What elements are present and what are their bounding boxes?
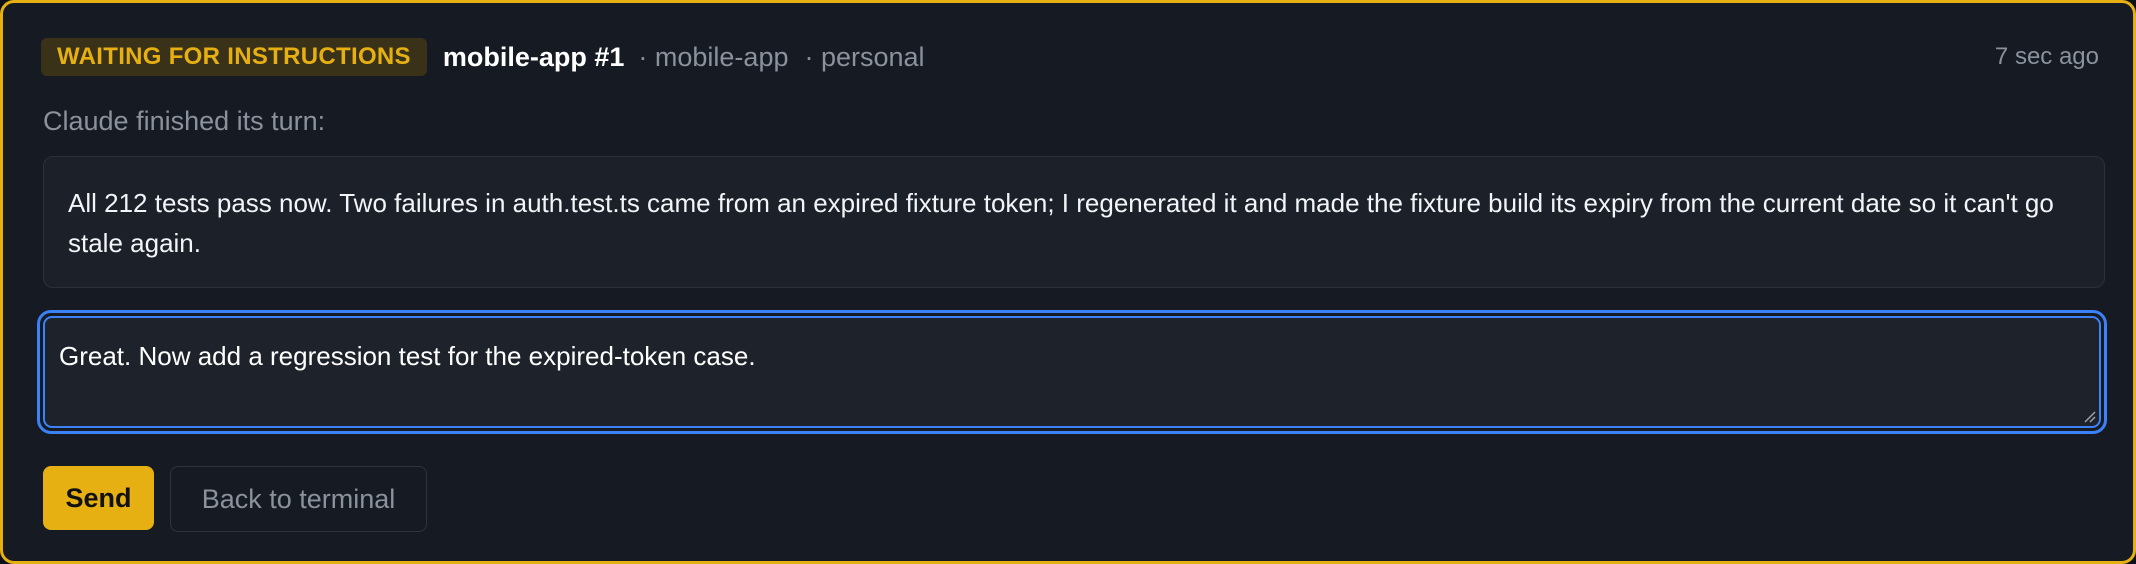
session-title: mobile-app #1 (442, 41, 625, 72)
reply-input[interactable]: Great. Now add a regression test for the… (43, 316, 2101, 428)
action-bar: Send Back to terminal (43, 466, 427, 532)
resize-grip-icon[interactable] (2082, 409, 2096, 423)
send-button[interactable]: Send (43, 466, 154, 530)
turn-intro: Claude finished its turn: (43, 106, 326, 136)
workspace-label: · personal (804, 41, 925, 72)
back-to-terminal-button[interactable]: Back to terminal (170, 466, 427, 532)
project-label: · mobile-app (638, 41, 789, 72)
assistant-message: All 212 tests pass now. Two failures in … (43, 156, 2105, 288)
card-header: WAITING FOR INSTRUCTIONS mobile-app #1 ·… (41, 36, 2099, 78)
reply-focus-ring: Great. Now add a regression test for the… (37, 310, 2107, 434)
timestamp: 7 sec ago (1994, 43, 2099, 70)
status-badge: WAITING FOR INSTRUCTIONS (41, 38, 427, 76)
instruction-card: WAITING FOR INSTRUCTIONS mobile-app #1 ·… (0, 0, 2136, 564)
